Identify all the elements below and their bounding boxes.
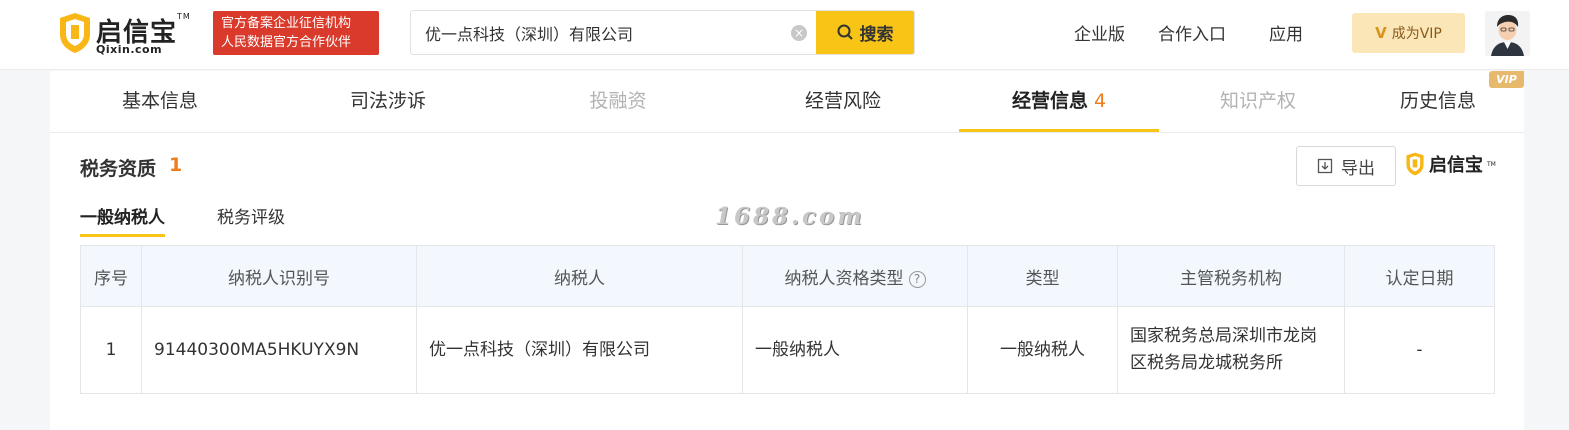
col-header-taxpayer: 纳税人 [416,245,743,307]
subtab-tax-rating[interactable]: 税务评级 [217,203,285,234]
company-tabs: 基本信息 司法涉诉 投融资 经营风险 经营信息 4 知识产权 历史信息 VIP [50,71,1524,133]
header-label: 纳税人资格类型 [784,268,904,289]
nav-cooperation[interactable]: 合作入口 [1158,20,1226,45]
col-header-type: 类型 [967,245,1118,307]
tax-qualification-panel: 税务资质 1 导出 启信宝 TM 一般纳税人 税务评级 1688.com 序号 纳… [50,133,1524,430]
tab-litigation[interactable]: 司法涉诉 [278,71,498,131]
tab-business-risk[interactable]: 经营风险 [733,71,953,131]
tab-intellectual-property[interactable]: 知识产权 [1148,71,1368,131]
tab-count: 4 [1093,90,1107,112]
search-icon [837,24,853,40]
search-box: × 搜索 [410,10,915,55]
cell-type: 一般纳税人 [967,306,1118,394]
tab-history-info[interactable]: 历史信息 [1378,71,1498,131]
badge-line-1: 官方备案企业征信机构 [221,16,352,31]
vip-icon: V [1375,24,1387,42]
tab-label: 知识产权 [1219,90,1296,112]
vip-tag: VIP [1489,71,1524,88]
qixin-mini-logo: 启信宝 TM [1405,151,1496,177]
subtab-general-taxpayer[interactable]: 一般纳税人 [80,203,165,237]
badge-line-2: 人民数据官方合作伙伴 [221,35,352,50]
search-button-label: 搜索 [859,25,894,45]
cell-tax-id: 91440300MA5HKUYX9N [141,306,417,394]
certification-badge[interactable]: 官方备案企业征信机构 人民数据官方合作伙伴 [213,11,379,55]
shield-logo-icon [1406,152,1424,176]
col-header-tax-id: 纳税人识别号 [141,245,417,307]
export-button[interactable]: 导出 [1296,146,1396,186]
qixin-logo[interactable]: 启信宝TM Qixin.com [58,10,208,58]
col-header-tax-authority: 主管税务机构 [1117,245,1345,307]
section-count: 1 [169,154,183,176]
cell-qualification-type: 一般纳税人 [742,306,968,394]
col-header-date: 认定日期 [1344,245,1495,307]
user-avatar-icon [1485,11,1530,56]
watermark: 1688.com [715,203,865,230]
help-icon[interactable]: ? [908,270,926,288]
tab-label: 投融资 [589,90,647,112]
tab-basic-info[interactable]: 基本信息 [50,71,270,131]
brand-text: 启信宝 [1429,155,1483,176]
become-vip-button[interactable]: V 成为VIP [1352,13,1465,53]
cell-date: - [1344,306,1495,394]
search-input[interactable] [411,11,791,54]
tab-business-info[interactable]: 经营信息 4 [959,71,1159,132]
cell-tax-authority: 国家税务总局深圳市龙岗区税务局龙城税务所 [1117,306,1345,394]
tab-label: 历史信息 [1399,90,1476,112]
tab-label: 经营风险 [804,90,881,112]
vip-button-label: 成为VIP [1391,26,1442,42]
tab-financing[interactable]: 投融资 [508,71,728,131]
trademark-mark: TM [1487,160,1496,168]
nav-apps[interactable]: 应用 [1269,20,1303,45]
avatar[interactable] [1485,11,1530,56]
cell-index: 1 [80,306,142,394]
logo-domain: Qixin.com [96,43,163,56]
tab-label: 司法涉诉 [349,90,426,112]
export-label: 导出 [1341,158,1375,179]
table-header-row: 序号 纳税人识别号 纳税人 纳税人资格类型? 类型 主管税务机构 认定日期 [80,245,1495,307]
trademark-mark: TM [177,12,191,21]
section-title: 税务资质 [80,158,157,180]
taxpayer-table: 序号 纳税人识别号 纳税人 纳税人资格类型? 类型 主管税务机构 认定日期 1 … [80,245,1495,394]
table-row: 1 91440300MA5HKUYX9N 优一点科技（深圳）有限公司 一般纳税人… [80,306,1495,394]
clear-icon[interactable]: × [791,25,807,41]
tab-label: 基本信息 [121,90,198,112]
shield-logo-icon [60,13,90,53]
col-header-qualification-type: 纳税人资格类型? [742,245,968,307]
export-icon [1317,158,1333,174]
top-header: 启信宝TM Qixin.com 官方备案企业征信机构 人民数据官方合作伙伴 × … [0,0,1569,70]
tab-label: 经营信息 [1011,90,1088,112]
nav-enterprise-edition[interactable]: 企业版 [1074,20,1125,45]
col-header-index: 序号 [80,245,142,307]
cell-taxpayer[interactable]: 优一点科技（深圳）有限公司 [416,306,743,394]
search-button[interactable]: 搜索 [816,11,914,54]
